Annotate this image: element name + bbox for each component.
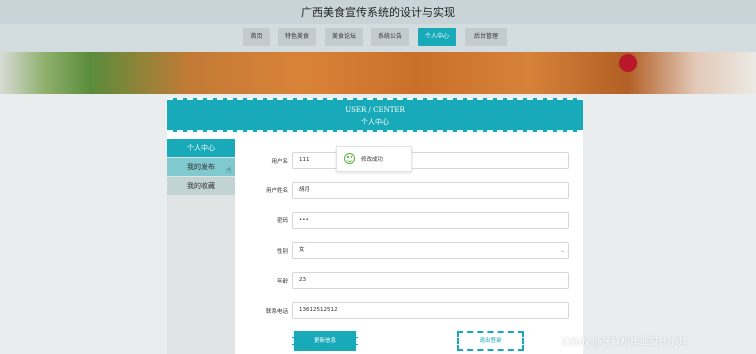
sidebar-item-my-posts[interactable]: 我的发布 <box>167 158 235 176</box>
smile-icon <box>344 153 355 164</box>
section-title-en: USER / CENTER <box>345 106 405 114</box>
mouse-cursor-icon: ☝ <box>226 166 232 176</box>
nav-item-home[interactable]: 首页 <box>243 28 270 46</box>
name-field[interactable]: 胡月 <box>292 182 569 199</box>
gender-label: 性别 <box>276 249 288 255</box>
update-info-button[interactable]: 更新信息 <box>292 331 358 351</box>
nav-item-food[interactable]: 特色美食 <box>278 28 316 46</box>
phone-label: 联系电话 <box>265 309 288 315</box>
chevron-down-icon[interactable]: ⌄ <box>560 247 565 254</box>
password-label: 密码 <box>276 218 288 224</box>
logout-button[interactable]: 退出登录 <box>457 331 524 351</box>
name-label: 用户姓名 <box>265 188 288 194</box>
banner-image <box>0 52 756 94</box>
sidebar-item-user-center[interactable]: 个人中心 <box>167 139 235 157</box>
site-title: 广西美食宣传系统的设计与实现 <box>301 6 455 19</box>
toast-message: 修改成功 <box>361 157 384 163</box>
phone-field[interactable]: 13612512512 <box>292 302 569 319</box>
age-label: 年龄 <box>276 279 288 285</box>
nav-bar: 首页 特色美食 美食论坛 系统公告 个人中心 后台管理 <box>0 24 756 52</box>
nav-item-user-center[interactable]: 个人中心 <box>418 28 456 46</box>
watermark: CSDN @计算机毕业设计小帅 <box>562 337 688 348</box>
banner-decoration <box>619 54 637 72</box>
nav-item-notice[interactable]: 系统公告 <box>371 28 409 46</box>
gender-select[interactable]: 女 <box>292 242 569 259</box>
username-field[interactable]: 111 <box>292 152 569 169</box>
age-field[interactable]: 23 <box>292 272 569 289</box>
section-title-cn: 个人中心 <box>361 118 389 126</box>
success-toast: 修改成功 <box>336 146 412 172</box>
username-label: 用户名 <box>271 159 288 165</box>
section-header: USER / CENTER 个人中心 <box>167 98 583 132</box>
password-field[interactable]: ••• <box>292 212 569 229</box>
sidebar-item-my-favorites[interactable]: 我的收藏 <box>167 177 235 195</box>
nav-item-admin[interactable]: 后台管理 <box>465 28 507 46</box>
nav-item-forum[interactable]: 美食论坛 <box>325 28 363 46</box>
